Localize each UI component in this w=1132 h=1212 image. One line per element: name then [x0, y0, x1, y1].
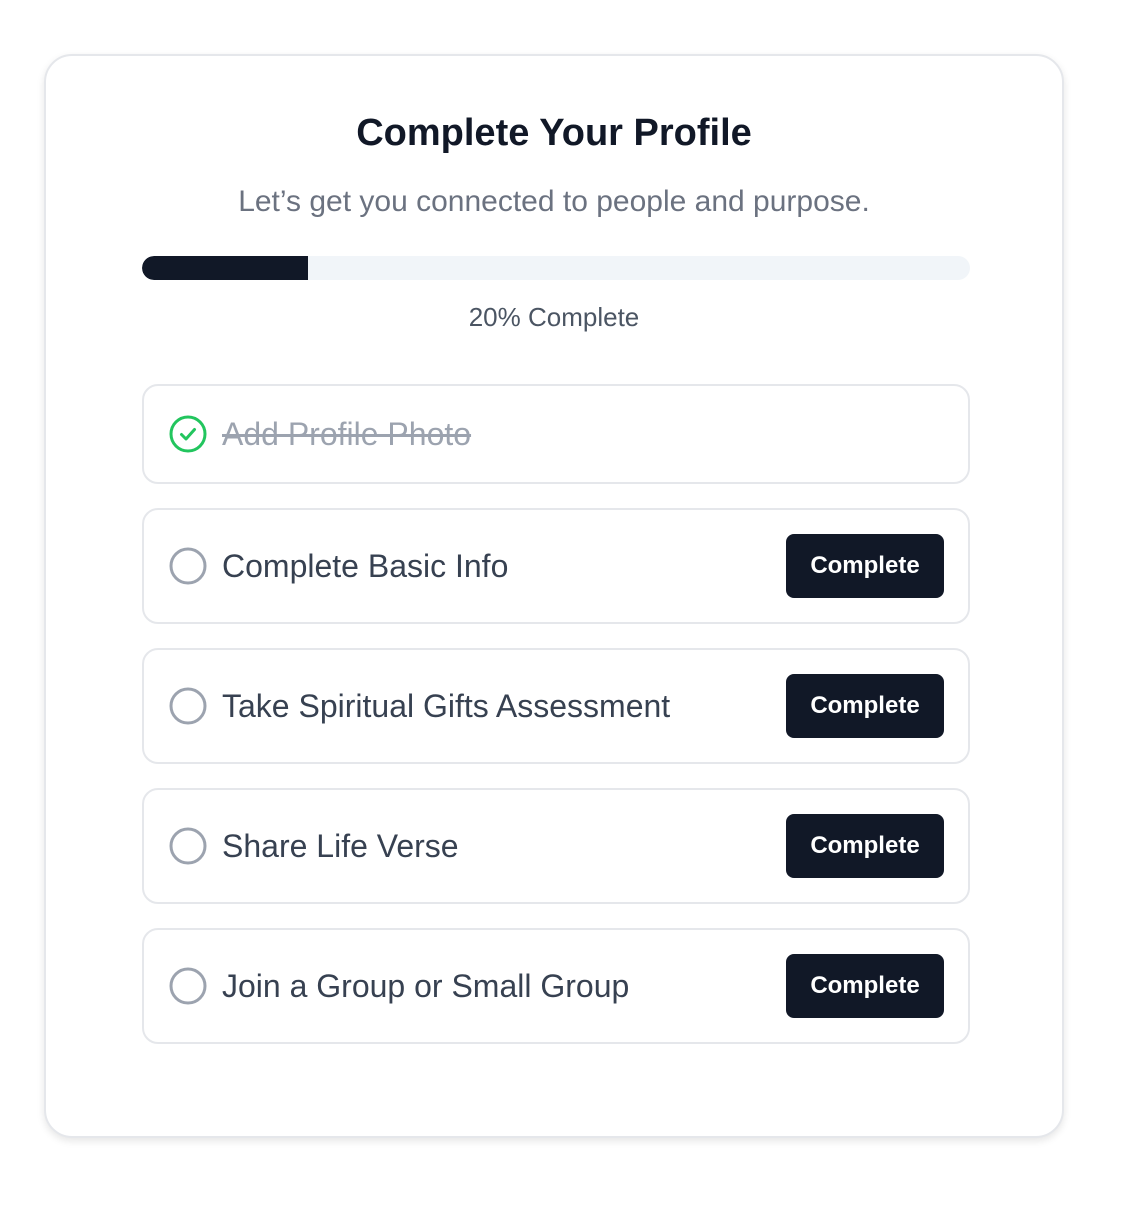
task-item-share-life-verse: Share Life Verse Complete [142, 788, 970, 904]
empty-circle-icon[interactable] [168, 546, 208, 586]
check-circle-icon [168, 414, 208, 454]
progress-bar [142, 256, 970, 280]
task-item-spiritual-gifts-assessment: Take Spiritual Gifts Assessment Complete [142, 648, 970, 764]
profile-completion-card: Complete Your Profile Let’s get you conn… [44, 54, 1064, 1138]
task-item-add-profile-photo: Add Profile Photo [142, 384, 970, 484]
empty-circle-icon[interactable] [168, 686, 208, 726]
empty-circle-icon[interactable] [168, 966, 208, 1006]
task-label: Share Life Verse [222, 827, 459, 864]
page-title: Complete Your Profile [356, 112, 752, 154]
task-item-complete-basic-info: Complete Basic Info Complete [142, 508, 970, 624]
page-subtitle: Let’s get you connected to people and pu… [238, 185, 870, 218]
task-item-join-group: Join a Group or Small Group Complete [142, 928, 970, 1044]
task-label: Add Profile Photo [222, 415, 472, 452]
task-label: Take Spiritual Gifts Assessment [222, 687, 671, 724]
task-label: Join a Group or Small Group [222, 967, 630, 1004]
complete-button[interactable]: Complete [786, 954, 944, 1018]
progress-bar-fill [142, 256, 308, 280]
complete-button[interactable]: Complete [786, 534, 944, 598]
progress-label: 20% Complete [468, 302, 640, 332]
complete-button[interactable]: Complete [786, 674, 944, 738]
complete-button[interactable]: Complete [786, 814, 944, 878]
empty-circle-icon[interactable] [168, 826, 208, 866]
task-label: Complete Basic Info [222, 547, 509, 584]
